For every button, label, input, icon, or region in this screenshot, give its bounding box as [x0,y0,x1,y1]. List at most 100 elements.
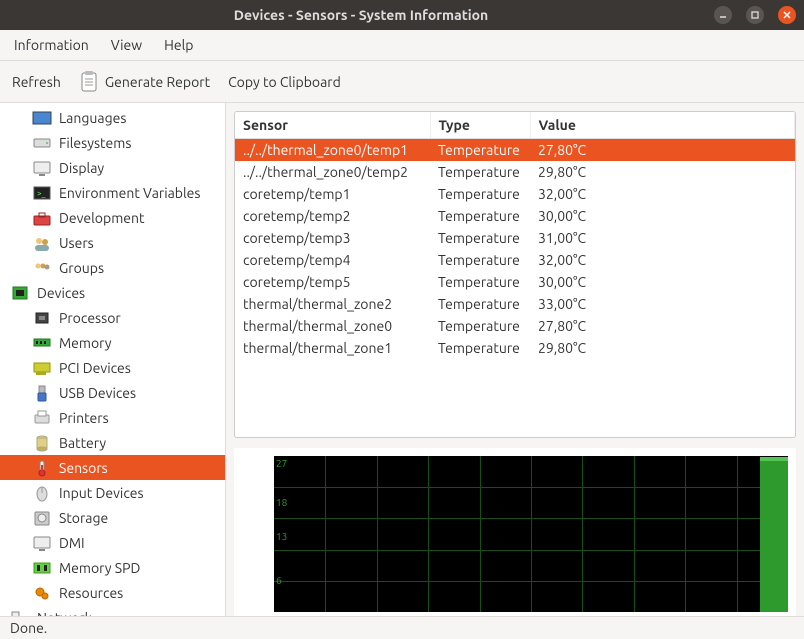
sensor-graph: 2718136 [274,456,788,612]
sidebar-item-groups[interactable]: Groups [0,255,225,280]
sidebar-item-dmi[interactable]: DMI [0,530,225,555]
table-row[interactable]: coretemp/temp4Temperature32,00°C [235,249,795,271]
sidebar-item-processor[interactable]: Processor [0,305,225,330]
copy-clipboard-label: Copy to Clipboard [228,74,341,90]
cell-type: Temperature [430,293,530,315]
cpu-icon [32,309,52,327]
sidebar-item-printers[interactable]: Printers [0,405,225,430]
copy-clipboard-button[interactable]: Copy to Clipboard [226,72,343,92]
table-row[interactable]: ../../thermal_zone0/temp1Temperature27,8… [235,139,795,162]
graph-pane: 2718136 [234,448,796,616]
sidebar-item-label: Languages [59,110,126,126]
status-text: Done. [10,620,47,636]
sensor-table-pane[interactable]: Sensor Type Value ../../thermal_zone0/te… [234,111,796,438]
network-icon [10,609,30,617]
toolbar: Refresh Generate Report Copy to Clipboar… [0,61,804,103]
menubar: Information View Help [0,30,804,61]
sidebar-item-memory-spd[interactable]: Memory SPD [0,555,225,580]
pci-icon [32,359,52,377]
thermometer-icon [32,459,52,477]
cell-type: Temperature [430,337,530,359]
refresh-button[interactable]: Refresh [10,72,63,92]
sidebar-item-display[interactable]: Display [0,155,225,180]
window-controls [714,6,796,24]
sidebar-item-label: Filesystems [59,135,131,151]
cell-value: 31,00°C [530,227,795,249]
maximize-button[interactable] [746,6,764,24]
cell-sensor: coretemp/temp3 [235,227,430,249]
minimize-button[interactable] [714,6,732,24]
cell-sensor: thermal/thermal_zone1 [235,337,430,359]
menu-help[interactable]: Help [160,34,197,56]
sidebar-item-label: Sensors [59,460,108,476]
sidebar-item-filesystems[interactable]: Filesystems [0,130,225,155]
sidebar-item-network[interactable]: Network [0,605,225,616]
generate-report-button[interactable]: Generate Report [77,69,212,95]
cell-type: Temperature [430,161,530,183]
sidebar-item-label: Users [59,235,94,251]
groups-icon [32,259,52,277]
sidebar-item-label: Memory [59,335,112,351]
table-row[interactable]: ../../thermal_zone0/temp2Temperature29,8… [235,161,795,183]
table-row[interactable]: thermal/thermal_zone1Temperature29,80°C [235,337,795,359]
close-icon [782,10,792,20]
col-value[interactable]: Value [530,112,795,139]
sidebar-item-sensors[interactable]: Sensors [0,455,225,480]
gears-icon [32,584,52,602]
col-sensor[interactable]: Sensor [235,112,430,139]
generate-report-label: Generate Report [105,74,210,90]
sidebar-item-battery[interactable]: Battery [0,430,225,455]
chip-icon [10,284,30,302]
table-row[interactable]: coretemp/temp5Temperature30,00°C [235,271,795,293]
sidebar-item-devices[interactable]: Devices [0,280,225,305]
sidebar-item-label: USB Devices [59,385,136,401]
cell-type: Temperature [430,183,530,205]
titlebar: Devices - Sensors - System Information [0,0,804,30]
table-row[interactable]: thermal/thermal_zone0Temperature27,80°C [235,315,795,337]
sidebar-item-resources[interactable]: Resources [0,580,225,605]
sidebar-item-languages[interactable]: Languages [0,105,225,130]
sidebar-item-label: DMI [59,535,85,551]
table-row[interactable]: coretemp/temp1Temperature32,00°C [235,183,795,205]
sidebar-item-environment-variables[interactable]: >_Environment Variables [0,180,225,205]
sidebar-item-usb-devices[interactable]: USB Devices [0,380,225,405]
sidebar-item-label: Network [37,610,92,617]
flags-icon [32,109,52,127]
sidebar-item-pci-devices[interactable]: PCI Devices [0,355,225,380]
cell-sensor: coretemp/temp2 [235,205,430,227]
col-type[interactable]: Type [430,112,530,139]
close-button[interactable] [778,6,796,24]
content-area: Sensor Type Value ../../thermal_zone0/te… [226,103,804,616]
cell-sensor: thermal/thermal_zone2 [235,293,430,315]
table-row[interactable]: coretemp/temp3Temperature31,00°C [235,227,795,249]
table-row[interactable]: coretemp/temp2Temperature30,00°C [235,205,795,227]
sidebar-item-label: Display [59,160,104,176]
sidebar-item-label: Battery [59,435,106,451]
sidebar-item-users[interactable]: Users [0,230,225,255]
sidebar-item-label: Devices [37,285,85,301]
sidebar-tree[interactable]: Languages Filesystems Display >_Environment… [0,103,226,616]
minimize-icon [718,10,728,20]
cell-type: Temperature [430,205,530,227]
menu-information[interactable]: Information [10,34,93,56]
cell-value: 29,80°C [530,161,795,183]
menu-view[interactable]: View [107,34,146,56]
sidebar-item-input-devices[interactable]: Input Devices [0,480,225,505]
sidebar-item-label: Memory SPD [59,560,140,576]
table-header-row: Sensor Type Value [235,112,795,139]
sidebar-item-memory[interactable]: Memory [0,330,225,355]
cell-type: Temperature [430,315,530,337]
sensor-table: Sensor Type Value ../../thermal_zone0/te… [235,112,795,359]
sidebar-item-label: Groups [59,260,104,276]
sidebar-item-development[interactable]: Development [0,205,225,230]
cell-type: Temperature [430,249,530,271]
cell-value: 32,00°C [530,183,795,205]
sidebar-item-storage[interactable]: Storage [0,505,225,530]
sidebar-item-label: PCI Devices [59,360,131,376]
graph-bar [760,461,788,612]
cell-value: 30,00°C [530,271,795,293]
terminal-icon: >_ [32,184,52,202]
battery-icon [32,434,52,452]
sidebar-item-label: Development [59,210,145,226]
table-row[interactable]: thermal/thermal_zone2Temperature33,00°C [235,293,795,315]
